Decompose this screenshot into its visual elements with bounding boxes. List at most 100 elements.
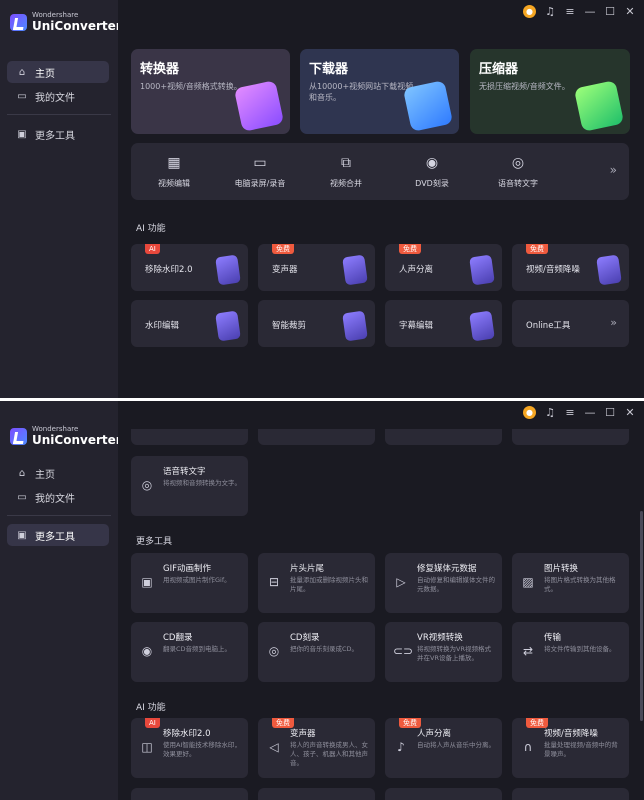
headphones-icon: ∩ [523, 740, 533, 754]
tool-card-speech-to-text[interactable]: ◎ 语音转文字 将视频和音频转换为文字。 [131, 456, 248, 516]
card-desc: 1000+视频/音频格式转换。 [140, 82, 242, 91]
ai-card-label: 变声器 [272, 265, 298, 275]
tool-card-cd-burner[interactable]: ◎ CD刻录 把你的音乐刻录成CD。 [258, 622, 375, 682]
minimize-icon[interactable]: — [584, 5, 596, 18]
scrollbar-thumb[interactable] [640, 511, 643, 721]
tool-card-fix-metadata[interactable]: ▷ 修复媒体元数据 自动修复和编辑媒体文件的元数据。 [385, 553, 502, 613]
free-badge: 免费 [526, 244, 548, 254]
cd-icon: ◉ [141, 644, 153, 658]
card-stub [512, 429, 629, 445]
tool-desc: 将文件传输到其他设备。 [544, 645, 616, 653]
compressor-card[interactable]: 压缩器 无损压缩视频/音频文件。 [470, 49, 630, 134]
ai-card-noise-remover[interactable]: 免费 视频/音频降噪 [512, 244, 629, 291]
ai-card-voice-changer[interactable]: 免费 变声器 [258, 244, 375, 291]
tool-desc: 将视频和音频转换为文字。 [163, 479, 241, 487]
speech-icon: ◎ [141, 478, 153, 492]
watermark-edit-icon [215, 310, 241, 342]
ai-card-watermark-editor[interactable]: 水印编辑 [131, 300, 248, 347]
ai-card-watermark-remover[interactable]: AI 移除水印2.0 [131, 244, 248, 291]
voice-changer-icon [342, 254, 368, 286]
ai-section-title: AI 功能 [136, 224, 166, 234]
tool-card-vr-converter[interactable]: ⊂⊃ VR视频转换 将视频转换为VR视频格式并在VR设备上播放。 [385, 622, 502, 682]
account-icon[interactable]: ● [523, 406, 536, 419]
close-icon[interactable]: ✕ [624, 5, 636, 18]
main-content: ● ♫ ≡ — ☐ ✕ ◎ 语音转文字 将视频和音频转换为文字。 更多工具 ▣ … [118, 401, 644, 800]
tool-desc: 用视频或图片制作Gif。 [163, 576, 231, 584]
folder-icon: ▭ [17, 491, 27, 503]
ai-section-title: AI 功能 [136, 703, 166, 713]
minimize-icon[interactable]: — [584, 406, 596, 419]
menu-icon[interactable]: ≡ [564, 5, 576, 18]
maximize-icon[interactable]: ☐ [604, 406, 616, 419]
tool-desc: 将图片格式转换为其他格式。 [544, 576, 616, 593]
card-desc: 无损压缩视频/音频文件。 [479, 82, 570, 91]
ai-card-label: 智能裁剪 [272, 321, 307, 331]
tool-card-intro-outro[interactable]: ⊟ 片头片尾 批量添加或删除视频片头和片尾。 [258, 553, 375, 613]
menu-icon[interactable]: ≡ [564, 406, 576, 419]
quick-tool-screen-record[interactable]: ▭ 电脑录屏/录音 [217, 143, 303, 200]
screen-record-icon: ▭ [253, 154, 267, 171]
ai-card-smart-crop[interactable]: 智能裁剪 [258, 300, 375, 347]
quick-tool-merge[interactable]: ⧉ 视频合并 [303, 143, 389, 200]
tool-card-transfer[interactable]: ⇄ 传输 将文件传输到其他设备。 [512, 622, 629, 682]
sidebar-item-home[interactable]: ⌂ 主页 [7, 61, 109, 83]
free-badge: 免费 [272, 244, 294, 254]
sidebar-item-label: 我的文件 [35, 493, 75, 505]
quick-tool-speech-to-text[interactable]: ◎ 语音转文字 [475, 143, 561, 200]
account-icon[interactable]: ● [523, 5, 536, 18]
folder-icon: ▭ [17, 90, 27, 102]
logo-icon [10, 13, 27, 31]
app-window-home: Wondershare UniConverter ⌂ 主页 ▭ 我的文件 ▣ 更… [0, 0, 644, 398]
sidebar-item-home[interactable]: ⌂ 主页 [7, 462, 109, 484]
downloader-card[interactable]: 下载器 从10000+视频网站下载视频和音乐。 [300, 49, 459, 134]
tool-desc: 使用AI智能技术移除水印，效果更好。 [163, 741, 241, 758]
film-icon: ▦ [167, 154, 181, 171]
card-stub [131, 788, 248, 800]
tool-desc: 自动将人声从音乐中分离。 [417, 741, 495, 749]
tool-card-gif-maker[interactable]: ▣ GIF动画制作 用视频或图片制作Gif。 [131, 553, 248, 613]
tool-desc: 翻录CD音频到电脑上。 [163, 645, 232, 653]
sidebar-item-my-files[interactable]: ▭ 我的文件 [7, 486, 109, 508]
maximize-icon[interactable]: ☐ [604, 5, 616, 18]
sidebar-item-more-tools[interactable]: ▣ 更多工具 [7, 123, 109, 145]
chevron-right-icon: » [610, 316, 617, 329]
watermark-icon: ◫ [141, 740, 153, 754]
tool-card-image-converter[interactable]: ▨ 图片转换 将图片格式转换为其他格式。 [512, 553, 629, 613]
quick-tool-label: 电脑录屏/录音 [234, 178, 286, 188]
vocal-icon [469, 254, 495, 286]
tool-card-vocal-remover[interactable]: 免费 ♪ 人声分离 自动将人声从音乐中分离。 [385, 718, 502, 778]
ai-badge: AI [145, 244, 160, 254]
headset-icon[interactable]: ♫ [544, 5, 556, 18]
tool-card-watermark-remover[interactable]: AI ◫ 移除水印2.0 使用AI智能技术移除水印，效果更好。 [131, 718, 248, 778]
compress-icon [573, 80, 625, 132]
ai-card-label: 视频/音频降噪 [526, 265, 580, 275]
merge-icon: ⧉ [341, 154, 351, 171]
tool-title: GIF动画制作 [163, 564, 211, 574]
quick-tool-dvd-burn[interactable]: ◉ DVD刻录 [389, 143, 475, 200]
close-icon[interactable]: ✕ [624, 406, 636, 419]
tool-card-cd-ripper[interactable]: ◉ CD翻录 翻录CD音频到电脑上。 [131, 622, 248, 682]
quick-tool-label: 视频合并 [330, 178, 362, 188]
brand-small: Wondershare [32, 425, 79, 433]
tool-title: 人声分离 [417, 729, 452, 739]
ai-card-online-tools[interactable]: Online工具 » [512, 300, 629, 347]
sidebar-item-more-tools[interactable]: ▣ 更多工具 [7, 524, 109, 546]
card-stub [258, 788, 375, 800]
card-title: 压缩器 [479, 62, 519, 77]
tool-card-voice-changer[interactable]: 免费 ◁ 变声器 将人的声音转换成男人、女人、孩子、机器人和其他声音。 [258, 718, 375, 778]
ai-card-vocal-remover[interactable]: 免费 人声分离 [385, 244, 502, 291]
tool-card-noise-remover[interactable]: 免费 ∩ 视频/音频降噪 批量处理视频/音频中的背景噪声。 [512, 718, 629, 778]
sidebar-item-label: 更多工具 [35, 130, 75, 142]
tool-title: CD刻录 [290, 633, 320, 643]
converter-card[interactable]: 转换器 1000+视频/音频格式转换。 [131, 49, 290, 134]
ai-card-subtitle-editor[interactable]: 字幕编辑 [385, 300, 502, 347]
sidebar-item-my-files[interactable]: ▭ 我的文件 [7, 85, 109, 107]
card-stub [512, 788, 629, 800]
free-badge: 免费 [399, 244, 421, 254]
quick-tool-video-edit[interactable]: ▦ 视频编辑 [131, 143, 217, 200]
brand-name: UniConverter [32, 433, 122, 447]
chevron-right-icon[interactable]: » [610, 163, 617, 177]
headset-icon[interactable]: ♫ [544, 406, 556, 419]
tool-title: CD翻录 [163, 633, 193, 643]
ai-card-label: 人声分离 [399, 265, 434, 275]
